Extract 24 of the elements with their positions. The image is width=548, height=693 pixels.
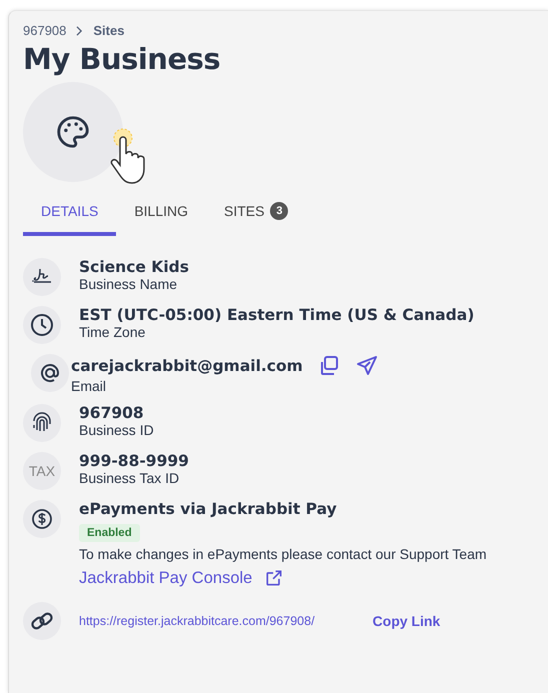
page-title: My Business (23, 42, 222, 76)
status-badge: Enabled (79, 524, 140, 542)
detail-label: Business ID (79, 422, 154, 438)
tab[interactable]: DETAILS (23, 196, 116, 236)
detail-value: carejackrabbit@gmail.com (71, 357, 303, 375)
detail-label: Email (71, 378, 106, 394)
detail-label: Business Name (79, 276, 178, 292)
breadcrumb-link[interactable]: 967908 (23, 23, 66, 38)
count-badge: 3 (270, 202, 288, 220)
tax-icon: TAX (23, 452, 61, 490)
detail-value: EST (UTC-05:00) Eastern Time (US & Canada) (79, 306, 474, 324)
payments-title: ePayments via Jackrabbit Pay (79, 500, 337, 518)
breadcrumb-link[interactable]: Sites (93, 23, 124, 38)
support-note: To make changes in ePayments please contact our Support Team (79, 546, 487, 562)
copy-link-button[interactable]: Copy Link (372, 613, 440, 629)
detail-label: Business Tax ID (79, 470, 180, 486)
console-link[interactable]: Jackrabbit Pay Console (79, 568, 284, 588)
tab[interactable]: BILLING (116, 196, 206, 236)
detail-value: 967908 (79, 404, 144, 422)
detail-value: Science Kids (79, 258, 189, 276)
detail-label: Time Zone (79, 324, 146, 340)
tab[interactable]: SITES 3 (206, 196, 306, 236)
detail-value: 999-88-9999 (79, 452, 189, 470)
registration-link[interactable]: https://register.jackrabbitcare.com/967908/ (79, 614, 315, 628)
